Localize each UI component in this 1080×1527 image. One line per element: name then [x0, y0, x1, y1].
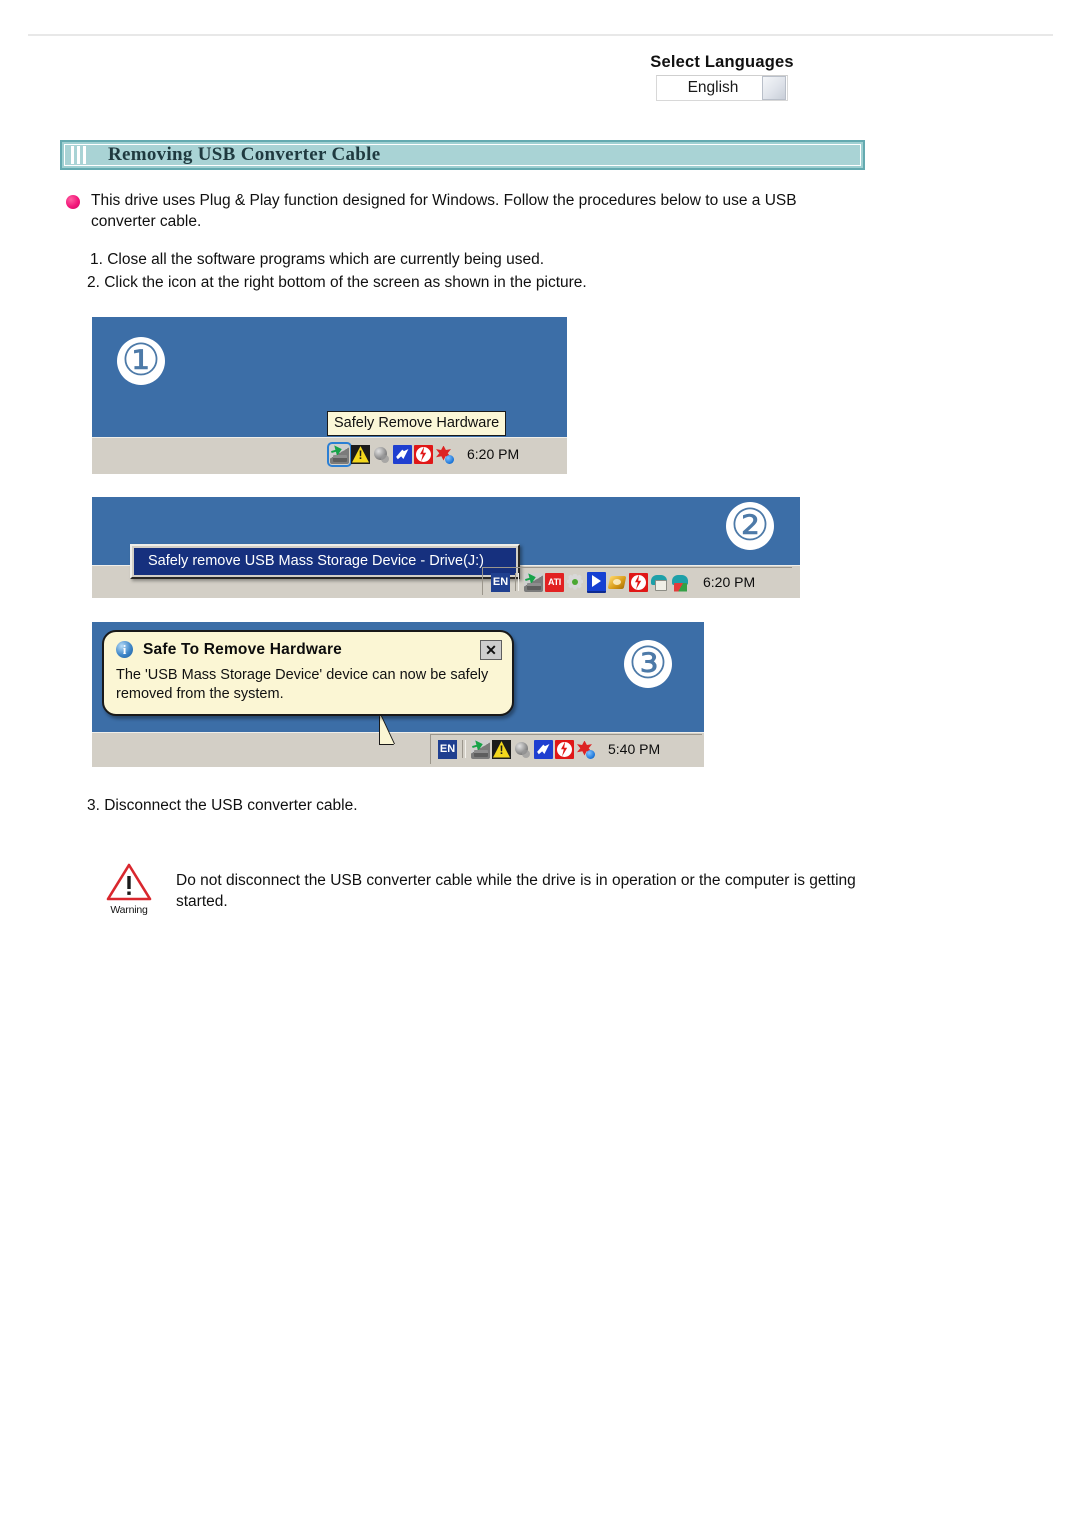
- warning-icon-block: Warning: [96, 858, 162, 916]
- safely-remove-hardware-icon[interactable]: [524, 572, 543, 592]
- language-indicator-icon[interactable]: EN: [491, 572, 510, 592]
- bullet-dot-icon: [66, 195, 80, 209]
- warning-triangle-icon: [106, 862, 152, 902]
- language-selector-title: Select Languages: [650, 53, 794, 71]
- intro-paragraph: This drive uses Plug & Play function des…: [64, 190, 864, 232]
- language-selector: Select Languages English: [622, 52, 822, 101]
- red-alert-icon[interactable]: [414, 444, 433, 464]
- top-divider: [28, 34, 1053, 36]
- balloon-title: Safe To Remove Hardware: [143, 641, 342, 658]
- section-header-inner: Removing USB Converter Cable: [64, 144, 861, 166]
- safely-remove-menu-item[interactable]: Safely remove USB Mass Storage Device - …: [134, 548, 516, 575]
- media-play-icon[interactable]: [587, 571, 606, 593]
- warning-note: Warning Do not disconnect the USB conver…: [96, 858, 896, 916]
- network-connection-icon[interactable]: [534, 739, 553, 759]
- red-alert-icon[interactable]: [555, 739, 574, 759]
- language-select[interactable]: English: [656, 75, 788, 101]
- intro-text: This drive uses Plug & Play function des…: [91, 192, 797, 230]
- figure2-system-tray: EN ATI 6:20 PM: [490, 569, 755, 595]
- volume-speaker-icon[interactable]: [513, 740, 532, 759]
- flower-utility-icon[interactable]: [576, 740, 595, 759]
- teal-printer-icon[interactable]: [650, 573, 669, 592]
- gear-settings-icon[interactable]: [566, 573, 585, 592]
- safely-remove-hardware-icon[interactable]: [327, 441, 352, 467]
- language-indicator-icon[interactable]: EN: [438, 739, 457, 759]
- tray-separator: [515, 573, 519, 591]
- network-connection-icon[interactable]: [393, 444, 412, 464]
- figure3-system-tray: EN 5:40 PM: [437, 736, 660, 762]
- balloon-body-text: The 'USB Mass Storage Device' device can…: [116, 667, 489, 702]
- figure1-clock: 6:20 PM: [467, 446, 520, 462]
- safe-to-remove-balloon: Safe To Remove Hardware ✕ The 'USB Mass …: [102, 630, 514, 716]
- figure-step-3: ③ Safe To Remove Hardware ✕ The 'USB Mas…: [92, 622, 704, 767]
- figure3-step-number: ③: [624, 640, 672, 688]
- step-3-text: 3. Disconnect the USB converter cable.: [87, 797, 358, 814]
- teal-flag-icon[interactable]: [671, 573, 690, 592]
- warning-label: Warning: [110, 904, 148, 916]
- section-header: Removing USB Converter Cable: [60, 140, 865, 170]
- figure-step-2: ② Safely remove USB Mass Storage Device …: [92, 497, 800, 598]
- step-1-text: 1. Close all the software programs which…: [90, 251, 545, 268]
- tray-separator: [462, 740, 466, 758]
- close-icon[interactable]: ✕: [480, 640, 502, 660]
- safely-remove-hardware-icon[interactable]: [471, 739, 490, 759]
- figure2-clock: 6:20 PM: [703, 574, 756, 590]
- page-title: Removing USB Converter Cable: [108, 144, 381, 165]
- figure1-step-number: ①: [117, 337, 165, 385]
- figure2-step-number: ②: [726, 502, 774, 550]
- step-2-text: 2. Click the icon at the right bottom of…: [87, 274, 587, 291]
- language-select-value: English: [687, 79, 739, 96]
- info-icon: [116, 640, 135, 660]
- figure-step-1: ① Safely Remove Hardware 6:20 PM: [92, 317, 567, 474]
- warning-text: Do not disconnect the USB converter cabl…: [176, 872, 856, 910]
- gold-disc-icon[interactable]: [608, 573, 627, 592]
- flower-utility-icon[interactable]: [435, 445, 454, 464]
- balloon-header: Safe To Remove Hardware ✕: [116, 640, 502, 660]
- balloon-tail: [380, 714, 404, 744]
- figure1-tooltip: Safely Remove Hardware: [327, 411, 507, 436]
- red-alert-icon[interactable]: [629, 572, 648, 592]
- figure1-system-tray: 6:20 PM: [327, 441, 520, 467]
- volume-speaker-icon[interactable]: [372, 445, 391, 464]
- header-bars-icon: [71, 146, 86, 164]
- figure3-clock: 5:40 PM: [608, 741, 661, 757]
- dropdown-arrow-icon[interactable]: [762, 76, 786, 100]
- figure2-context-menu: Safely remove USB Mass Storage Device - …: [130, 544, 520, 579]
- warning-triangle-icon[interactable]: [351, 444, 370, 465]
- ati-graphics-icon[interactable]: ATI: [545, 572, 564, 592]
- warning-triangle-icon[interactable]: [492, 739, 511, 760]
